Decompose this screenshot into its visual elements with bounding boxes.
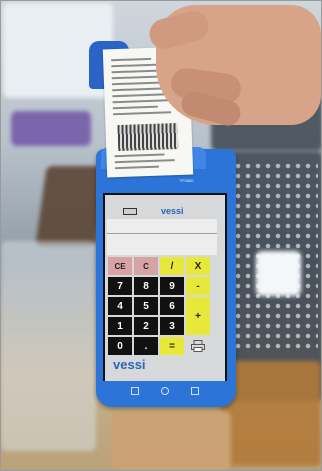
key-0[interactable]: 0: [108, 337, 132, 355]
receipt-barcode: [117, 122, 179, 152]
brand-logo-bottom: vessi: [113, 357, 146, 372]
key-divide[interactable]: /: [160, 257, 184, 275]
display-divider: [107, 233, 217, 234]
key-plus[interactable]: +: [186, 297, 210, 335]
background-white-box: [256, 251, 301, 296]
background-glass-shelf: [1, 241, 96, 451]
photo-frame: TPS880 vessi CE C / X 7 8 9 - 4 5 6 + 1: [0, 0, 322, 471]
background-baked-goods: [221, 361, 321, 466]
key-multiply[interactable]: X: [186, 257, 210, 275]
printer-icon[interactable]: [186, 337, 210, 355]
brand-logo-top: vessi: [161, 206, 184, 216]
battery-icon: [123, 208, 137, 215]
key-minus[interactable]: -: [186, 277, 210, 295]
key-5[interactable]: 5: [134, 297, 158, 315]
key-8[interactable]: 8: [134, 277, 158, 295]
recent-apps-icon[interactable]: [191, 387, 199, 395]
back-icon[interactable]: [131, 387, 139, 395]
printer-icon-glyph: [191, 340, 205, 352]
key-decimal[interactable]: .: [134, 337, 158, 355]
key-3[interactable]: 3: [160, 317, 184, 335]
background-baked-goods-bottom: [111, 411, 231, 470]
calculator-display: [107, 219, 217, 255]
key-ce[interactable]: CE: [108, 257, 132, 275]
key-7[interactable]: 7: [108, 277, 132, 295]
receipt-text-line: [114, 159, 175, 164]
key-equals[interactable]: =: [160, 337, 184, 355]
home-icon[interactable]: [161, 387, 169, 395]
receipt-text-line: [112, 93, 165, 98]
key-2[interactable]: 2: [134, 317, 158, 335]
receipt-text-line: [113, 111, 172, 116]
model-label: TPS880: [179, 178, 194, 183]
receipt-text-line: [112, 105, 158, 110]
key-6[interactable]: 6: [160, 297, 184, 315]
key-c[interactable]: C: [134, 257, 158, 275]
receipt-text-line: [114, 153, 165, 158]
key-4[interactable]: 4: [108, 297, 132, 315]
key-1[interactable]: 1: [108, 317, 132, 335]
receipt-text-line: [111, 57, 152, 62]
background-purple-light: [11, 111, 91, 146]
key-9[interactable]: 9: [160, 277, 184, 295]
receipt-text-line: [111, 81, 161, 86]
receipt-text-line: [114, 165, 159, 170]
